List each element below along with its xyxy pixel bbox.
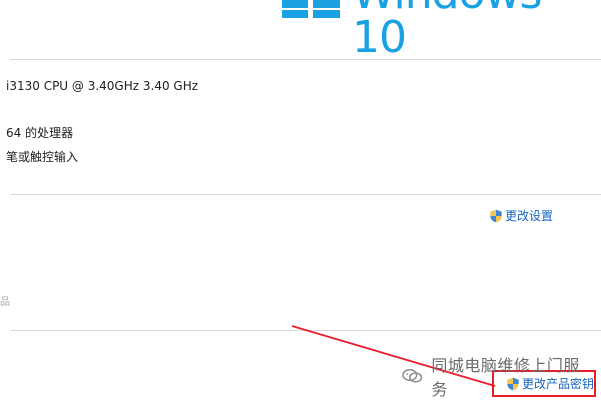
watermark-text: 同城电脑维修上门服务 xyxy=(431,356,580,399)
uac-shield-icon xyxy=(490,209,502,223)
wechat-like-icon xyxy=(402,368,423,383)
section-divider-top xyxy=(10,59,601,60)
change-product-key-link[interactable]: 更改产品密钥 xyxy=(506,377,594,391)
windows-logo-icon xyxy=(282,0,340,18)
section-divider-middle xyxy=(10,194,601,195)
uac-shield-icon xyxy=(507,377,519,391)
pen-touch-value: 笔或触控输入 xyxy=(6,150,79,164)
change-settings-link[interactable]: 更改设置 xyxy=(489,209,553,223)
truncated-left-label: 品 xyxy=(0,297,10,308)
windows-version-title: Windows 10 xyxy=(352,0,542,63)
processor-value: i3130 CPU @ 3.40GHz 3.40 GHz xyxy=(6,79,199,93)
system-type-value: 64 的处理器 xyxy=(6,126,74,140)
change-settings-label: 更改设置 xyxy=(505,209,554,223)
change-product-key-label: 更改产品密钥 xyxy=(522,377,595,391)
